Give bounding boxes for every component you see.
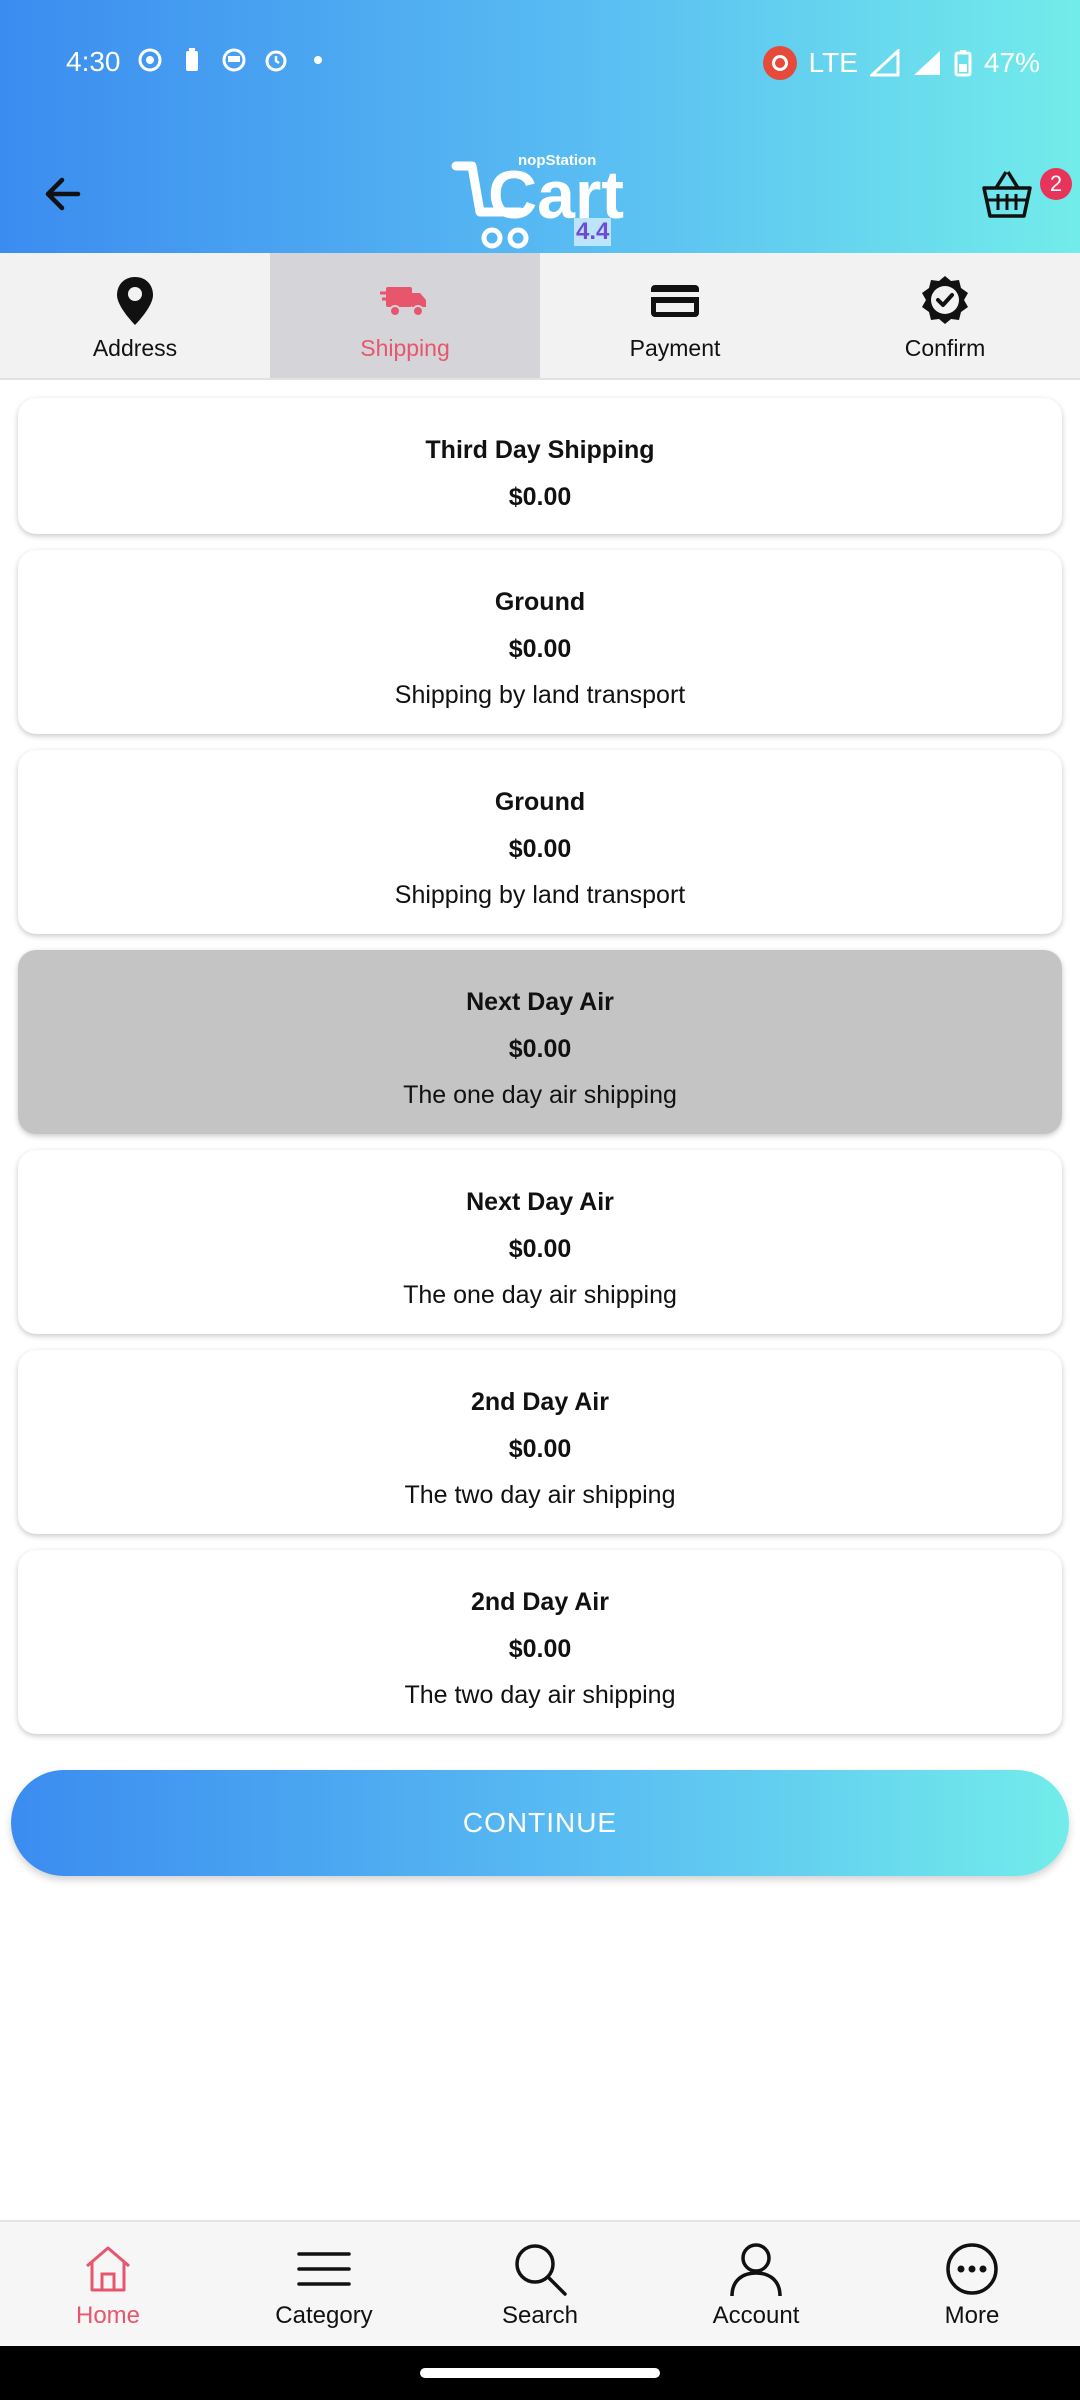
option-price: $0.00: [508, 1035, 572, 1063]
checkout-steps: Address Shipping Payment Confirm: [0, 253, 1080, 380]
option-name: 2nd Day Air: [470, 1388, 609, 1416]
back-arrow-icon[interactable]: [38, 168, 90, 220]
nav-label: Home: [75, 2302, 141, 2329]
nav-label: Category: [275, 2302, 373, 2329]
nav-label: More: [944, 2302, 1000, 2329]
option-name: Next Day Air: [466, 988, 614, 1016]
face-icon: [222, 48, 246, 72]
nav-label: Search: [501, 2302, 579, 2329]
option-description: Shipping by land transport: [394, 681, 686, 709]
more-icon: [946, 2243, 998, 2295]
shipping-option[interactable]: Ground $0.00 Shipping by land transport: [18, 550, 1062, 734]
hotspot-icon: [762, 46, 797, 80]
option-description: The two day air shipping: [404, 1481, 676, 1509]
option-price: $0.00: [508, 635, 572, 663]
nav-category[interactable]: Category: [216, 2222, 432, 2348]
battery-icon: [954, 50, 972, 77]
battery-percent: 47%: [983, 47, 1040, 78]
option-price: $0.00: [508, 835, 572, 863]
map-pin-icon: [117, 277, 153, 325]
option-name: Ground: [494, 588, 586, 616]
option-description: The two day air shipping: [404, 1681, 676, 1709]
step-shipping[interactable]: Shipping: [270, 253, 540, 378]
option-description: The one day air shipping: [403, 1281, 677, 1309]
cart-count-badge: 2: [1040, 168, 1072, 200]
status-time: 4:30: [66, 46, 121, 77]
nav-account[interactable]: Account: [648, 2222, 864, 2348]
step-label: Address: [92, 335, 178, 361]
status-notification-icons: [136, 46, 332, 74]
shipping-option-selected[interactable]: Next Day Air $0.00 The one day air shipp…: [18, 950, 1062, 1134]
option-name: Third Day Shipping: [425, 436, 655, 464]
network-type: LTE: [808, 47, 858, 78]
app-header: 4:30 LTE 47% nopStation Cart 4.4 2: [0, 0, 1080, 253]
nav-home[interactable]: Home: [0, 2222, 216, 2348]
option-description: The one day air shipping: [403, 1081, 677, 1109]
signal-icon: [869, 49, 900, 77]
continue-button[interactable]: CONTINUE: [11, 1770, 1069, 1876]
logo-version: 4.4: [574, 218, 612, 246]
step-address[interactable]: Address: [0, 253, 270, 378]
shipping-option[interactable]: Next Day Air $0.00 The one day air shipp…: [18, 1150, 1062, 1334]
option-price: $0.00: [508, 1235, 572, 1263]
shipping-options-list: Third Day Shipping $0.00 Ground $0.00 Sh…: [18, 398, 1062, 1750]
signal-icon-2: [913, 51, 940, 75]
option-price: $0.00: [508, 1635, 572, 1663]
bottom-nav: Home Category Search Account More: [0, 2220, 1080, 2348]
shipping-option[interactable]: 2nd Day Air $0.00 The two day air shippi…: [18, 1550, 1062, 1734]
credit-card-icon: [651, 285, 699, 317]
menu-icon: [297, 2252, 351, 2286]
shipping-option[interactable]: 2nd Day Air $0.00 The two day air shippi…: [18, 1350, 1062, 1534]
screen-record-icon: [138, 48, 162, 72]
search-icon: [515, 2244, 567, 2296]
option-price: $0.00: [508, 483, 572, 511]
app-logo: nopStation Cart 4.4: [450, 142, 630, 254]
alarm-icon: [265, 50, 287, 72]
shopping-basket-icon[interactable]: [980, 166, 1034, 220]
step-label: Confirm: [904, 335, 986, 361]
nav-row: nopStation Cart 4.4 2: [0, 128, 1080, 253]
option-name: 2nd Day Air: [470, 1588, 609, 1616]
step-payment[interactable]: Payment: [540, 253, 810, 378]
dot-icon: [314, 56, 322, 64]
battery-saver-icon: [186, 48, 198, 71]
truck-icon: [380, 287, 426, 317]
option-name: Ground: [494, 788, 586, 816]
step-label: Payment: [629, 335, 721, 361]
step-confirm[interactable]: Confirm: [810, 253, 1080, 378]
option-price: $0.00: [508, 1435, 572, 1463]
option-description: Shipping by land transport: [394, 881, 686, 909]
shipping-option[interactable]: Ground $0.00 Shipping by land transport: [18, 750, 1062, 934]
check-badge-icon: [922, 276, 968, 324]
shipping-option[interactable]: Third Day Shipping $0.00: [18, 398, 1062, 534]
step-label: Shipping: [360, 335, 450, 361]
nav-search[interactable]: Search: [432, 2222, 648, 2348]
home-icon: [86, 2246, 130, 2292]
status-bar: 4:30 LTE 47%: [0, 0, 1080, 128]
option-name: Next Day Air: [466, 1188, 614, 1216]
status-right: LTE 47%: [762, 46, 1040, 80]
nav-label: Account: [712, 2302, 800, 2329]
user-icon: [730, 2243, 782, 2297]
nav-more[interactable]: More: [864, 2222, 1080, 2348]
home-indicator[interactable]: [420, 2368, 660, 2378]
